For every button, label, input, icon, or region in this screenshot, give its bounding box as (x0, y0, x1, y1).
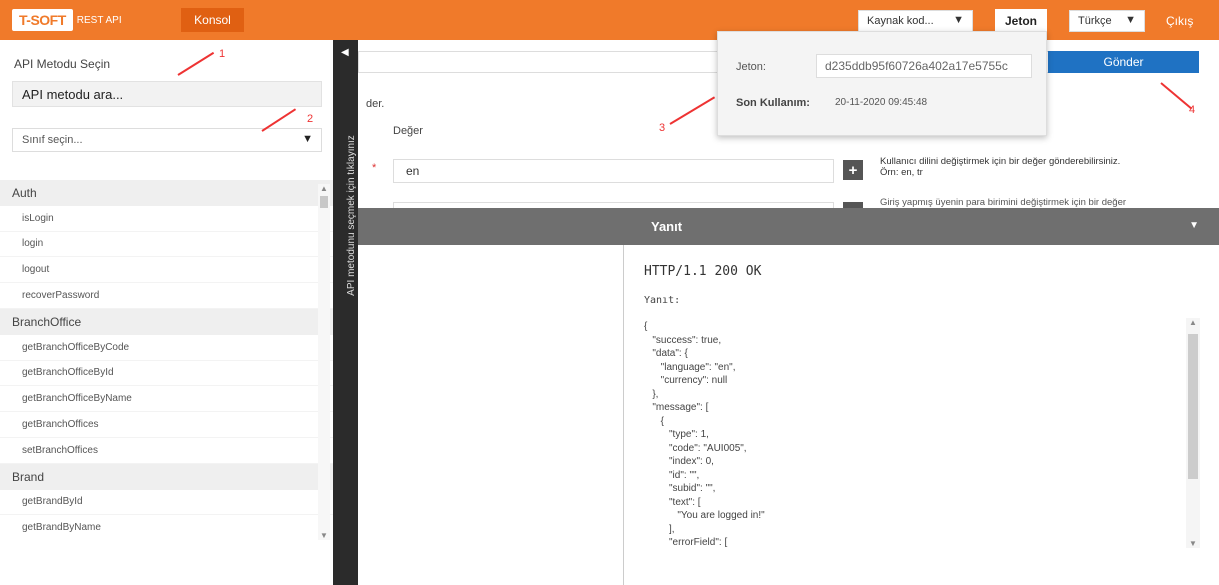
language-select[interactable]: Türkçe ▼ (1069, 10, 1145, 32)
collapse-left-icon[interactable]: ◀ (341, 47, 349, 58)
annotation-arrow-4 (1160, 82, 1193, 110)
method-item-getbranchofficebyname[interactable]: getBranchOfficeByName (0, 386, 333, 413)
response-header[interactable]: Yanıt ▼ (624, 208, 1219, 245)
son-kullanim-label: Son Kullanım: (736, 97, 810, 109)
group-header-auth[interactable]: Auth (0, 180, 333, 206)
truncated-description: der. (366, 98, 385, 110)
method-item-getbranchofficebycode[interactable]: getBranchOfficeByCode (0, 335, 333, 361)
value-column-header: Değer (393, 125, 423, 137)
annotation-number-4: 4 (1189, 104, 1196, 116)
jeton-button[interactable]: Jeton (995, 9, 1047, 33)
group-header-brand[interactable]: Brand (0, 463, 333, 490)
logout-link[interactable]: Çıkış (1166, 14, 1193, 28)
scroll-thumb[interactable] (1188, 334, 1198, 479)
scroll-thumb[interactable] (320, 196, 328, 208)
konsol-tab[interactable]: Konsol (181, 8, 244, 32)
annotation-number-1: 1 (219, 48, 226, 60)
tsoft-logo[interactable]: T-SOFT REST API (12, 9, 122, 31)
collapse-down-icon[interactable]: ▼ (1189, 220, 1199, 231)
language-param-input[interactable]: en (393, 159, 834, 183)
method-item-logout[interactable]: logout (0, 257, 333, 284)
annotation-arrow-3 (669, 96, 716, 125)
annotation-number-3: 3 (659, 122, 666, 134)
param-description-line2: Örn: en, tr (880, 167, 923, 178)
group-header-branchoffice[interactable]: BranchOffice (0, 308, 333, 335)
required-mark: * (372, 162, 377, 174)
sidebar-title: API Metodu Seçin (14, 57, 111, 71)
class-select[interactable]: Sınıf seçin... ▼ (12, 128, 322, 152)
http-status-line: HTTP/1.1 200 OK (644, 264, 762, 279)
method-list-scrollbar[interactable]: ▲ ▼ (318, 184, 330, 540)
vertical-hint-container: API metodunu seçmek için tıklayınız (345, 100, 357, 330)
vertical-hint-text: API metodunu seçmek için tıklayınız (345, 134, 357, 296)
method-item-login[interactable]: login (0, 232, 333, 258)
method-item-getbranchoffices[interactable]: getBranchOffices (0, 412, 333, 438)
response-body: { "success": true, "data": { "language":… (644, 321, 765, 548)
scroll-down-icon[interactable]: ▼ (1189, 539, 1197, 548)
add-param-button[interactable]: + (843, 160, 863, 180)
language-select-value: Türkçe (1078, 15, 1112, 27)
annotation-number-2: 2 (307, 113, 314, 125)
method-item-setbranchoffices[interactable]: setBranchOffices (0, 438, 333, 464)
jeton-label: Jeton: (736, 61, 766, 73)
method-list: Auth isLogin login logout recoverPasswor… (0, 180, 333, 538)
method-sidebar: API Metodu Seçin API metodu ara... Sınıf… (0, 40, 333, 585)
scroll-up-icon[interactable]: ▲ (1189, 318, 1197, 327)
method-search-input[interactable]: API metodu ara... (12, 81, 322, 107)
method-picker-strip[interactable]: ◀ API metodunu seçmek için tıklayınız (333, 40, 358, 585)
method-item-getbrandbyname[interactable]: getBrandByName (0, 515, 333, 538)
response-label: Yanıt: (644, 295, 681, 306)
response-title: Yanıt (651, 219, 683, 234)
jeton-value-field[interactable]: d235ddb95f60726a402a17e5755c (816, 54, 1032, 78)
param-description-partial: Giriş yapmış üyenin para birimini değişt… (880, 197, 1127, 208)
scroll-up-icon[interactable]: ▲ (320, 184, 328, 193)
param-description-line1: Kullanıcı dilini değiştirmek için bir de… (880, 156, 1121, 167)
chevron-down-icon: ▼ (1125, 14, 1136, 26)
send-button[interactable]: Gönder (1048, 51, 1199, 73)
chevron-down-icon: ▼ (302, 133, 313, 145)
logo-subtitle: REST API (76, 14, 122, 26)
source-code-select[interactable]: Kaynak kod... ▼ (858, 10, 973, 32)
method-item-islogin[interactable]: isLogin (0, 206, 333, 232)
token-popup: Jeton: d235ddb95f60726a402a17e5755c Son … (717, 31, 1047, 136)
logo-text: T-SOFT (12, 9, 73, 31)
source-code-select-value: Kaynak kod... (867, 15, 934, 27)
son-kullanim-value: 20-11-2020 09:45:48 (835, 97, 928, 108)
param-description: Kullanıcı dilini değiştirmek için bir de… (880, 156, 1120, 178)
class-select-value: Sınıf seçin... (22, 134, 83, 146)
method-item-getbranchofficebyid[interactable]: getBranchOfficeById (0, 361, 333, 387)
method-item-recoverpassword[interactable]: recoverPassword (0, 283, 333, 309)
chevron-down-icon: ▼ (953, 14, 964, 26)
response-scrollbar[interactable]: ▲ ▼ (1186, 318, 1200, 548)
request-panel-footer (358, 208, 624, 245)
method-item-getbrandbyid[interactable]: getBrandById (0, 490, 333, 516)
scroll-down-icon[interactable]: ▼ (320, 531, 328, 540)
panel-divider[interactable] (623, 245, 624, 585)
